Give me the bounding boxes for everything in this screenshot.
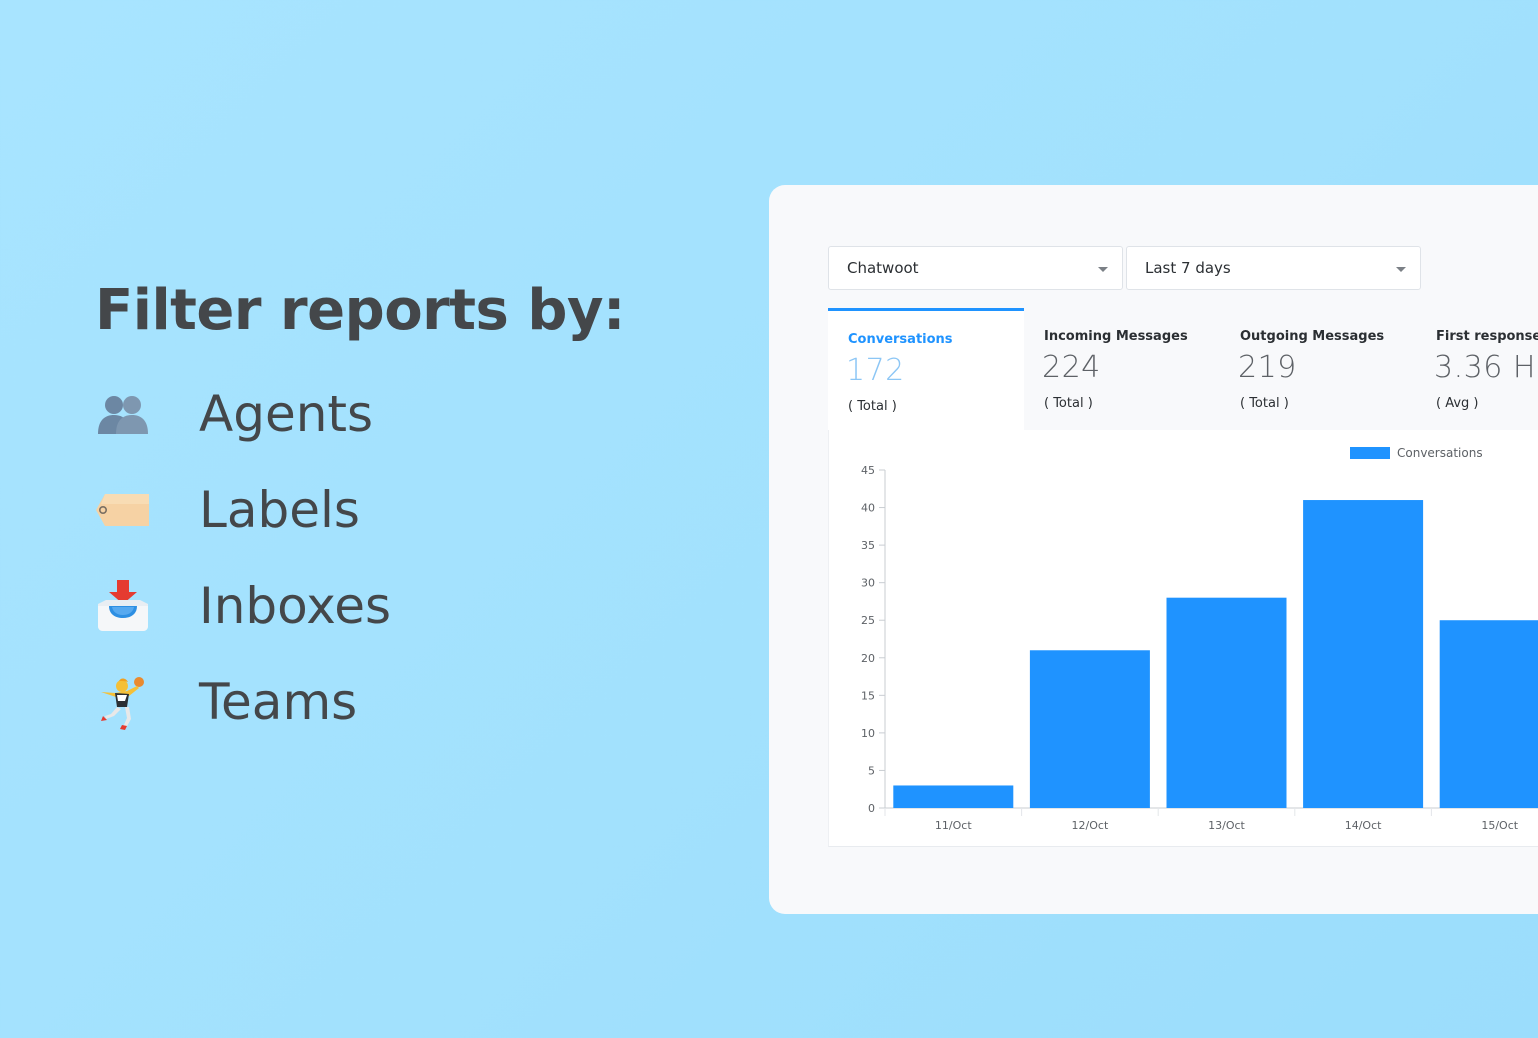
bar: [1029, 650, 1150, 808]
metric-tabs: Conversations 172 ( Total ) Incoming Mes…: [828, 308, 1538, 430]
metric-desc: ( Total ): [848, 399, 897, 414]
bar: [893, 785, 1014, 808]
x-tick-label: 15/Oct: [1481, 819, 1518, 832]
feature-label: Agents: [199, 385, 374, 443]
y-tick-label: 5: [868, 764, 875, 777]
feature-item-agents: Agents: [95, 366, 625, 462]
inbox-filter-select[interactable]: Chatwoot: [828, 246, 1123, 290]
reports-card: Chatwoot Last 7 days Conversations 172 (…: [769, 185, 1538, 914]
feature-label: Labels: [199, 481, 360, 539]
tab-incoming-messages[interactable]: Incoming Messages 224 ( Total ): [1024, 308, 1220, 430]
metric-value: 219: [1238, 350, 1297, 385]
x-tick-label: 13/Oct: [1208, 819, 1245, 832]
metric-title: First response: [1436, 329, 1538, 344]
y-tick-label: 45: [861, 464, 875, 477]
feature-label: Teams: [199, 673, 358, 731]
inbox-tray-icon: [95, 578, 151, 634]
metric-desc: ( Total ): [1240, 396, 1289, 411]
tab-outgoing-messages[interactable]: Outgoing Messages 219 ( Total ): [1220, 308, 1416, 430]
y-tick-label: 25: [861, 614, 875, 627]
metric-title: Conversations: [848, 332, 953, 347]
y-tick-label: 35: [861, 539, 875, 552]
x-tick-label: 14/Oct: [1345, 819, 1382, 832]
y-tick-label: 10: [861, 727, 875, 740]
y-tick-label: 20: [861, 652, 875, 665]
x-tick-label: 11/Oct: [935, 819, 972, 832]
metric-desc: ( Total ): [1044, 396, 1093, 411]
feature-label: Inboxes: [199, 577, 392, 635]
metric-desc: ( Avg ): [1436, 396, 1479, 411]
y-tick-label: 40: [861, 502, 875, 515]
busts-in-silhouette-icon: [95, 386, 151, 442]
metric-title: Incoming Messages: [1044, 329, 1188, 344]
y-tick-label: 15: [861, 689, 875, 702]
tab-first-response[interactable]: First response 3.36 Hr ( Avg ): [1416, 308, 1538, 430]
chevron-down-icon: [1098, 267, 1108, 272]
metric-value: 224: [1042, 350, 1101, 385]
feature-panel: Filter reports by: Agents Labels Inboxes…: [95, 278, 625, 750]
feature-list: Agents Labels Inboxes Teams: [95, 366, 625, 750]
headline: Filter reports by:: [95, 278, 625, 343]
handball-player-icon: [95, 674, 151, 730]
feature-item-labels: Labels: [95, 462, 625, 558]
bar: [1166, 597, 1287, 808]
x-tick-label: 12/Oct: [1072, 819, 1109, 832]
bar: [1303, 500, 1424, 808]
chevron-down-icon: [1396, 267, 1406, 272]
metric-value: 172: [846, 353, 905, 388]
date-range-value: Last 7 days: [1145, 259, 1231, 277]
feature-item-teams: Teams: [95, 654, 625, 750]
bar-chart-svg: 0 5 10 15 20 25 30 35 40 45 11/Oct 12/Oct 13/Oct 14/O…: [861, 464, 1538, 832]
inbox-filter-value: Chatwoot: [847, 259, 919, 277]
conversations-chart: Conversations 0 5 10 15 20 25 30 35 40 45 11/Oct 12…: [828, 430, 1538, 847]
y-tick-label: 0: [868, 802, 875, 815]
metric-title: Outgoing Messages: [1240, 329, 1385, 344]
tab-conversations[interactable]: Conversations 172 ( Total ): [828, 308, 1024, 430]
y-tick-label: 30: [861, 577, 875, 590]
bar: [1439, 620, 1538, 808]
feature-item-inboxes: Inboxes: [95, 558, 625, 654]
metric-value: 3.36 Hr: [1434, 350, 1538, 385]
date-range-select[interactable]: Last 7 days: [1126, 246, 1421, 290]
label-tag-icon: [95, 482, 151, 538]
